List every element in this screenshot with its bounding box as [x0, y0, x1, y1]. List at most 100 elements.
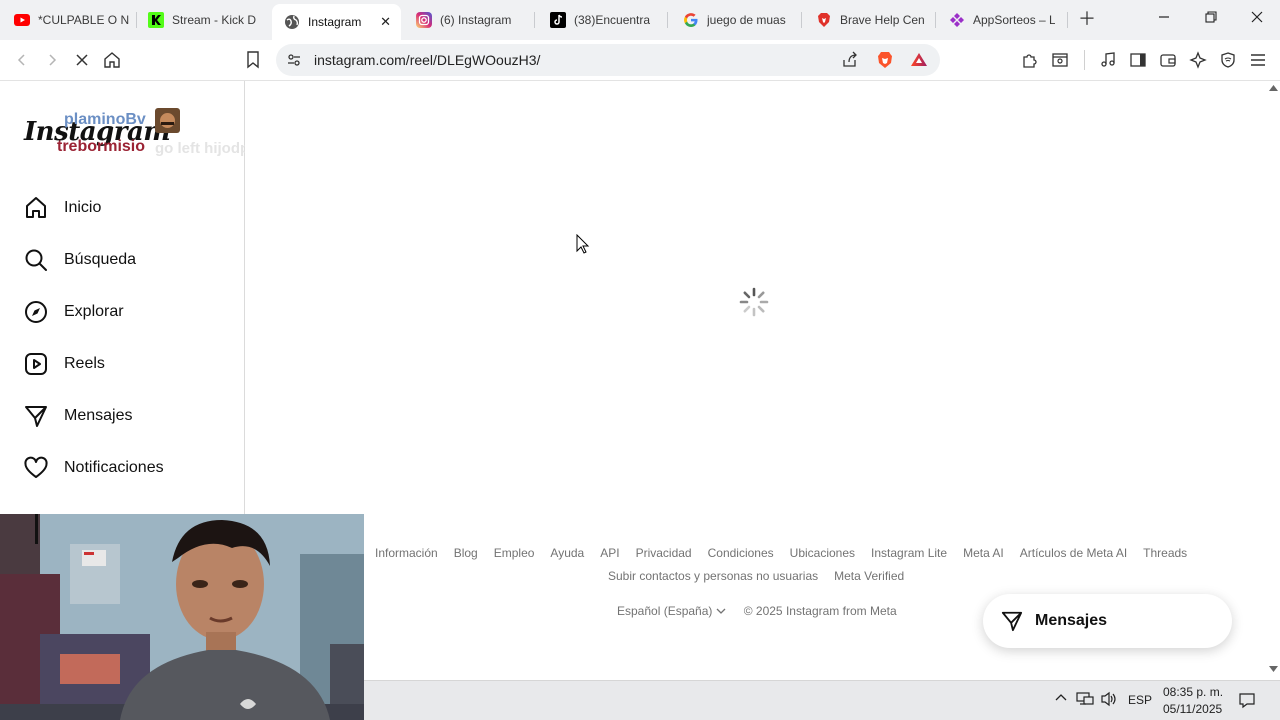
- footer-link[interactable]: Blog: [454, 546, 478, 560]
- webcam-video-image: [0, 514, 364, 720]
- footer-link[interactable]: API: [600, 546, 619, 560]
- close-tab-icon[interactable]: ✕: [380, 14, 391, 30]
- brave-rewards-icon[interactable]: [910, 51, 928, 74]
- compass-icon: [24, 300, 48, 324]
- stream-overlay-user: plaminoBv: [64, 111, 146, 128]
- tab-title: *CULPABLE O N: [38, 13, 130, 27]
- network-icon[interactable]: [1076, 691, 1094, 710]
- messages-button-label: Mensajes: [1035, 612, 1108, 629]
- messages-button[interactable]: Mensajes: [983, 594, 1232, 648]
- bookmark-icon[interactable]: [243, 50, 263, 70]
- url-text[interactable]: instagram.com/reel/DLEgWOouzH3/: [314, 52, 540, 68]
- footer-link[interactable]: Privacidad: [636, 546, 692, 560]
- address-bar[interactable]: instagram.com/reel/DLEgWOouzH3/: [276, 44, 940, 76]
- scroll-down-icon[interactable]: [1269, 666, 1278, 672]
- tab-instagram-active[interactable]: Instagram ✕: [272, 4, 401, 40]
- tab-title: (6) Instagram: [440, 13, 512, 27]
- footer-link[interactable]: Artículos de Meta AI: [1020, 546, 1127, 560]
- chevron-up-icon[interactable]: [1054, 691, 1068, 708]
- search-icon: [24, 248, 48, 272]
- restore-button[interactable]: [1205, 10, 1217, 26]
- footer-link[interactable]: Threads: [1143, 546, 1187, 560]
- sidebar-item-inicio[interactable]: Inicio: [24, 194, 101, 222]
- language-label: Español (España): [617, 604, 713, 618]
- sidebar-item-label: Mensajes: [64, 407, 133, 424]
- back-icon[interactable]: [12, 50, 32, 70]
- tab-kick[interactable]: Stream - Kick D: [148, 4, 260, 36]
- sidebar-item-explorar[interactable]: Explorar: [24, 298, 124, 326]
- vpn-icon[interactable]: [1218, 50, 1238, 70]
- tab-brave-help[interactable]: Brave Help Cen: [816, 4, 924, 36]
- brave-icon: [816, 12, 832, 28]
- tab-youtube[interactable]: *CULPABLE O N: [14, 4, 132, 36]
- sidebar-item-label: Reels: [64, 355, 105, 372]
- footer-link[interactable]: Meta Verified: [834, 569, 904, 583]
- system-clock[interactable]: 08:35 p. m. 05/11/2025: [1163, 684, 1223, 718]
- tab-separator: [534, 12, 535, 28]
- input-language[interactable]: ESP: [1128, 693, 1152, 707]
- volume-icon[interactable]: [1100, 691, 1118, 710]
- footer-link[interactable]: Subir contactos y personas no usuarias: [608, 569, 818, 583]
- reel-content-area: [245, 81, 1267, 681]
- sidebar-item-label: Explorar: [64, 303, 124, 320]
- tab-google[interactable]: juego de muas: [683, 4, 791, 36]
- tab-appsorteos[interactable]: AppSorteos – L: [949, 4, 1055, 36]
- brave-shields-icon[interactable]: [876, 51, 894, 74]
- footer-link[interactable]: Ayuda: [550, 546, 584, 560]
- tab-tiktok[interactable]: (38)Encuentra: [550, 4, 658, 36]
- sidebar-toggle-icon[interactable]: [1128, 50, 1148, 70]
- appsorteos-icon: [949, 12, 965, 28]
- footer-link[interactable]: Instagram Lite: [871, 546, 947, 560]
- wallet-icon[interactable]: [1158, 50, 1178, 70]
- send-icon: [24, 404, 48, 428]
- tab-separator: [1067, 12, 1068, 28]
- youtube-icon: [14, 12, 30, 28]
- chevron-down-icon: [716, 604, 726, 618]
- minimize-button[interactable]: [1158, 10, 1170, 26]
- footer-link[interactable]: Empleo: [494, 546, 535, 560]
- copyright-text: © 2025 Instagram from Meta: [743, 604, 897, 618]
- tab-instagram-2[interactable]: (6) Instagram: [416, 4, 526, 36]
- extensions-icon[interactable]: [1020, 50, 1040, 70]
- footer-link[interactable]: Información: [375, 546, 438, 560]
- loading-spinner-icon: [739, 287, 769, 317]
- toolbar-divider: [1084, 50, 1085, 70]
- language-select[interactable]: Español (España): [617, 604, 726, 618]
- leo-ai-icon[interactable]: [1188, 50, 1208, 70]
- media-icon[interactable]: [1098, 50, 1118, 70]
- tab-title: juego de muas: [707, 13, 786, 27]
- page-scrollbar[interactable]: [1267, 81, 1280, 681]
- send-icon: [1001, 611, 1023, 632]
- menu-icon[interactable]: [1248, 50, 1268, 70]
- sidebar-item-reels[interactable]: Reels: [24, 350, 105, 378]
- footer-link[interactable]: Ubicaciones: [790, 546, 855, 560]
- tab-title: AppSorteos – L: [973, 13, 1055, 27]
- forward-icon[interactable]: [42, 50, 62, 70]
- search-tabs-icon[interactable]: [1050, 50, 1070, 70]
- mouse-cursor-icon: [576, 234, 590, 254]
- tab-separator: [935, 12, 936, 28]
- sidebar-item-busqueda[interactable]: Búsqueda: [24, 246, 136, 274]
- footer-link[interactable]: Meta AI: [963, 546, 1004, 560]
- stop-loading-icon[interactable]: [72, 50, 92, 70]
- sidebar-item-notificaciones[interactable]: Notificaciones: [24, 454, 164, 482]
- footer-link[interactable]: Condiciones: [708, 546, 774, 560]
- sidebar-item-label: Inicio: [64, 199, 102, 216]
- heart-icon: [24, 456, 48, 480]
- site-info-icon[interactable]: [286, 52, 302, 73]
- tab-separator: [667, 12, 668, 28]
- notifications-center-icon[interactable]: [1238, 691, 1256, 712]
- tab-title: Stream - Kick D: [172, 13, 257, 27]
- sidebar-item-label: Búsqueda: [64, 251, 137, 268]
- share-icon[interactable]: [841, 51, 859, 74]
- new-tab-button[interactable]: ＋: [1078, 10, 1096, 28]
- home-icon: [24, 196, 48, 220]
- scroll-up-icon[interactable]: [1269, 85, 1278, 91]
- tiktok-icon: [550, 12, 566, 28]
- tab-title: Instagram: [308, 15, 362, 29]
- close-window-button[interactable]: [1251, 10, 1263, 26]
- sidebar-item-mensajes[interactable]: Mensajes: [24, 402, 132, 430]
- sidebar-item-label: Notificaciones: [64, 459, 164, 476]
- tab-separator: [136, 12, 137, 28]
- home-browser-icon[interactable]: [102, 50, 122, 70]
